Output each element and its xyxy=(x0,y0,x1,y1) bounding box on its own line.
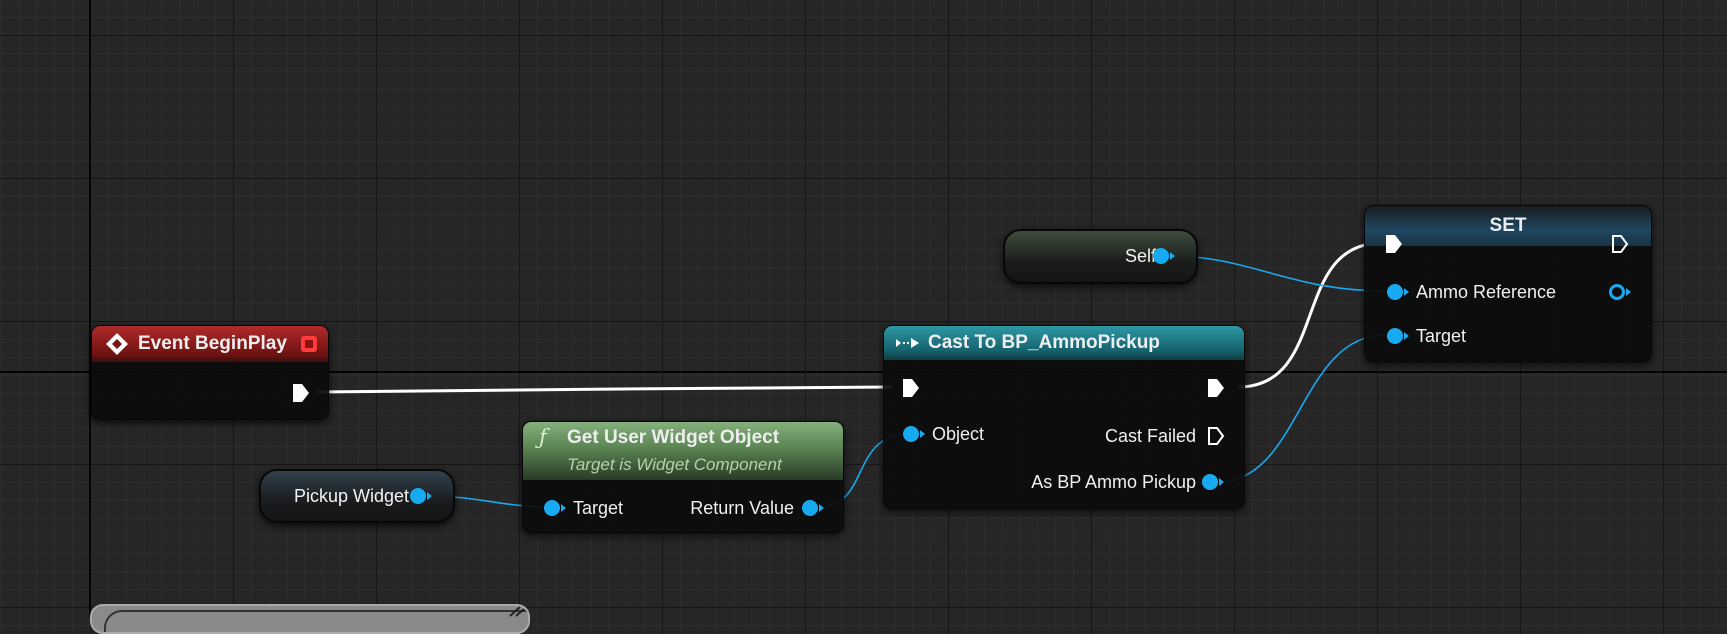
get-user-widget-return-value-label: Return Value xyxy=(690,498,794,518)
delegate-square-icon[interactable] xyxy=(300,335,318,353)
set-node[interactable]: SET Ammo Reference Target xyxy=(1364,205,1652,362)
cast-object-label: Object xyxy=(932,424,985,444)
exec-wire-cast-to-set[interactable] xyxy=(1237,241,1383,389)
set-exec-in-pin[interactable] xyxy=(1385,234,1403,254)
cast-node-header: Cast To BP_AmmoPickup xyxy=(884,326,1244,360)
set-exec-out-pin[interactable] xyxy=(1611,234,1629,254)
event-beginplay-node[interactable]: Event BeginPlay xyxy=(91,325,329,420)
cast-as-bp-ammo-pickup-pin[interactable] xyxy=(1202,474,1218,490)
set-ammo-reference-label: Ammo Reference xyxy=(1416,282,1557,302)
cast-to-bp-ammopickup-node[interactable]: Cast To BP_AmmoPickup Object Cast Failed… xyxy=(883,325,1245,509)
cast-exec-out-pin[interactable] xyxy=(1207,378,1225,398)
cast-failed-label: Cast Failed xyxy=(1104,426,1196,446)
set-ammo-reference-output-pin[interactable] xyxy=(1609,284,1625,300)
get-user-widget-target-label: Target xyxy=(573,498,624,518)
pickup-widget-pin-arrow xyxy=(427,492,432,500)
set-node-header: SET xyxy=(1365,206,1651,246)
get-user-widget-return-pin-arrow xyxy=(819,504,824,512)
get-user-widget-object-header: ƒ Get User Widget Object Target is Widge… xyxy=(523,422,843,480)
cast-exec-in-pin[interactable] xyxy=(902,378,920,398)
get-user-widget-target-pin[interactable] xyxy=(544,500,560,516)
comment-text-field[interactable] xyxy=(104,610,528,632)
get-user-widget-object-subtitle: Target is Widget Component xyxy=(567,455,782,474)
event-beginplay-title: Event BeginPlay xyxy=(138,333,287,354)
event-beginplay-header: Event BeginPlay xyxy=(92,326,328,362)
blueprint-graph-canvas[interactable]: Event BeginPlay Self Pickup Widget ƒ Get… xyxy=(0,0,1727,634)
set-target-label: Target xyxy=(1416,326,1467,346)
self-pin-arrow xyxy=(1170,252,1175,260)
beginplay-exec-out-pin[interactable] xyxy=(292,383,310,403)
pickup-widget-output-pin[interactable] xyxy=(410,488,426,504)
cast-object-pin[interactable] xyxy=(903,426,919,442)
cast-as-bp-ammo-pickup-label: As BP Ammo Pickup xyxy=(1031,472,1196,492)
comment-resize-grip-icon[interactable] xyxy=(506,605,528,617)
get-user-widget-object-title: Get User Widget Object xyxy=(567,427,780,448)
get-user-widget-target-pin-arrow xyxy=(561,504,566,512)
self-output-pin[interactable] xyxy=(1153,248,1169,264)
set-ammo-reference-pin-arrow xyxy=(1404,288,1409,296)
set-node-title: SET xyxy=(1489,215,1527,236)
cast-object-pin-arrow xyxy=(920,430,925,438)
cast-arrows-icon xyxy=(896,338,919,348)
exec-wire-beginplay-to-cast[interactable] xyxy=(317,385,893,394)
cast-as-bp-ammo-pickup-pin-arrow xyxy=(1219,478,1224,486)
self-label: Self xyxy=(1124,246,1156,266)
function-f-icon: ƒ xyxy=(539,425,547,449)
get-user-widget-object-node[interactable]: ƒ Get User Widget Object Target is Widge… xyxy=(522,421,844,533)
cast-node-title: Cast To BP_AmmoPickup xyxy=(928,332,1160,353)
set-target-pin-arrow xyxy=(1404,332,1409,340)
set-target-pin[interactable] xyxy=(1387,328,1403,344)
set-ammo-reference-pin[interactable] xyxy=(1387,284,1403,300)
get-user-widget-return-value-pin[interactable] xyxy=(802,500,818,516)
event-diamond-icon xyxy=(106,333,128,355)
set-ammo-reference-output-pin-arrow xyxy=(1626,288,1631,296)
pickup-widget-label: Pickup Widget xyxy=(293,485,409,506)
comment-box[interactable] xyxy=(90,604,530,634)
wire-self-to-ammo-reference[interactable] xyxy=(1170,255,1386,292)
cast-failed-exec-pin[interactable] xyxy=(1207,426,1225,446)
